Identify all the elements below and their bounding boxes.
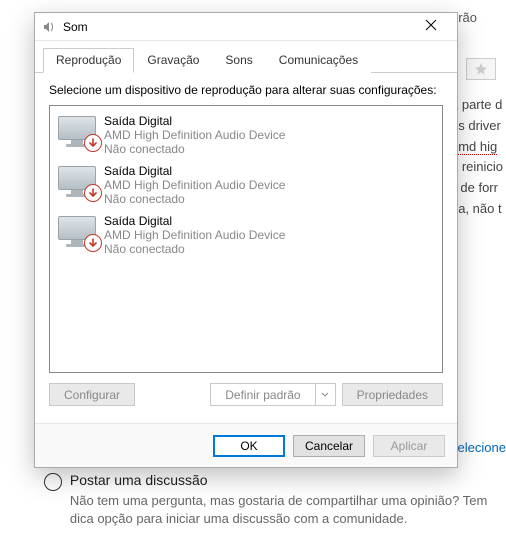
dialog-footer: OK Cancelar Aplicar	[35, 423, 457, 467]
device-desc: AMD High Definition Audio Device	[104, 128, 285, 142]
device-desc: AMD High Definition Audio Device	[104, 228, 285, 242]
bg-pin-button[interactable]	[466, 58, 496, 80]
list-item[interactable]: Saída Digital AMD High Definition Audio …	[50, 210, 442, 260]
list-item[interactable]: Saída Digital AMD High Definition Audio …	[50, 110, 442, 160]
device-status: Não conectado	[104, 242, 285, 256]
pin-icon	[474, 62, 488, 76]
down-arrow-badge-icon	[84, 184, 102, 202]
device-name: Saída Digital	[104, 114, 285, 128]
monitor-icon	[58, 164, 100, 200]
tab-sons[interactable]: Sons	[212, 48, 265, 73]
tab-reproducao[interactable]: Reprodução	[43, 48, 134, 73]
device-desc: AMD High Definition Audio Device	[104, 178, 285, 192]
titlebar: Som	[35, 13, 457, 41]
device-status: Não conectado	[104, 142, 285, 156]
radio-icon	[44, 473, 62, 491]
instructions-text: Selecione um dispositivo de reprodução p…	[49, 83, 443, 97]
bg-right-text: a parte d os driver amd hig o reinicio i…	[451, 95, 506, 220]
device-list[interactable]: Saída Digital AMD High Definition Audio …	[49, 105, 443, 373]
device-name: Saída Digital	[104, 164, 285, 178]
close-icon	[425, 19, 437, 31]
chevron-down-icon[interactable]	[315, 384, 335, 405]
bg-top-label: drão	[451, 10, 501, 25]
list-item[interactable]: Saída Digital AMD High Definition Audio …	[50, 160, 442, 210]
ok-button[interactable]: OK	[213, 435, 285, 457]
device-controls: Configurar Definir padrão Propriedades	[49, 383, 443, 406]
down-arrow-badge-icon	[84, 234, 102, 252]
configure-button[interactable]: Configurar	[49, 383, 135, 406]
tab-comunicacoes[interactable]: Comunicações	[266, 48, 371, 73]
tab-gravacao[interactable]: Gravação	[134, 48, 212, 73]
set-default-label: Definir padrão	[211, 384, 314, 405]
tab-strip: Reprodução Gravação Sons Comunicações	[35, 41, 457, 73]
speaker-icon	[41, 19, 57, 35]
radio-title: Postar uma discussão	[70, 472, 506, 488]
properties-button[interactable]: Propriedades	[342, 383, 443, 406]
device-name: Saída Digital	[104, 214, 285, 228]
sound-dialog: Som Reprodução Gravação Sons Comunicaçõe…	[34, 12, 458, 468]
cancel-button[interactable]: Cancelar	[293, 435, 365, 457]
tab-body: Selecione um dispositivo de reprodução p…	[35, 73, 457, 423]
down-arrow-badge-icon	[84, 134, 102, 152]
monitor-icon	[58, 214, 100, 250]
set-default-button[interactable]: Definir padrão	[210, 383, 335, 406]
monitor-icon	[58, 114, 100, 150]
close-button[interactable]	[411, 16, 451, 38]
dialog-title: Som	[63, 20, 411, 34]
apply-button[interactable]: Aplicar	[373, 435, 445, 457]
radio-subtitle: Não tem uma pergunta, mas gostaria de co…	[70, 492, 506, 528]
post-discussion-option[interactable]: Postar uma discussão Não tem uma pergunt…	[44, 472, 506, 528]
device-status: Não conectado	[104, 192, 285, 206]
